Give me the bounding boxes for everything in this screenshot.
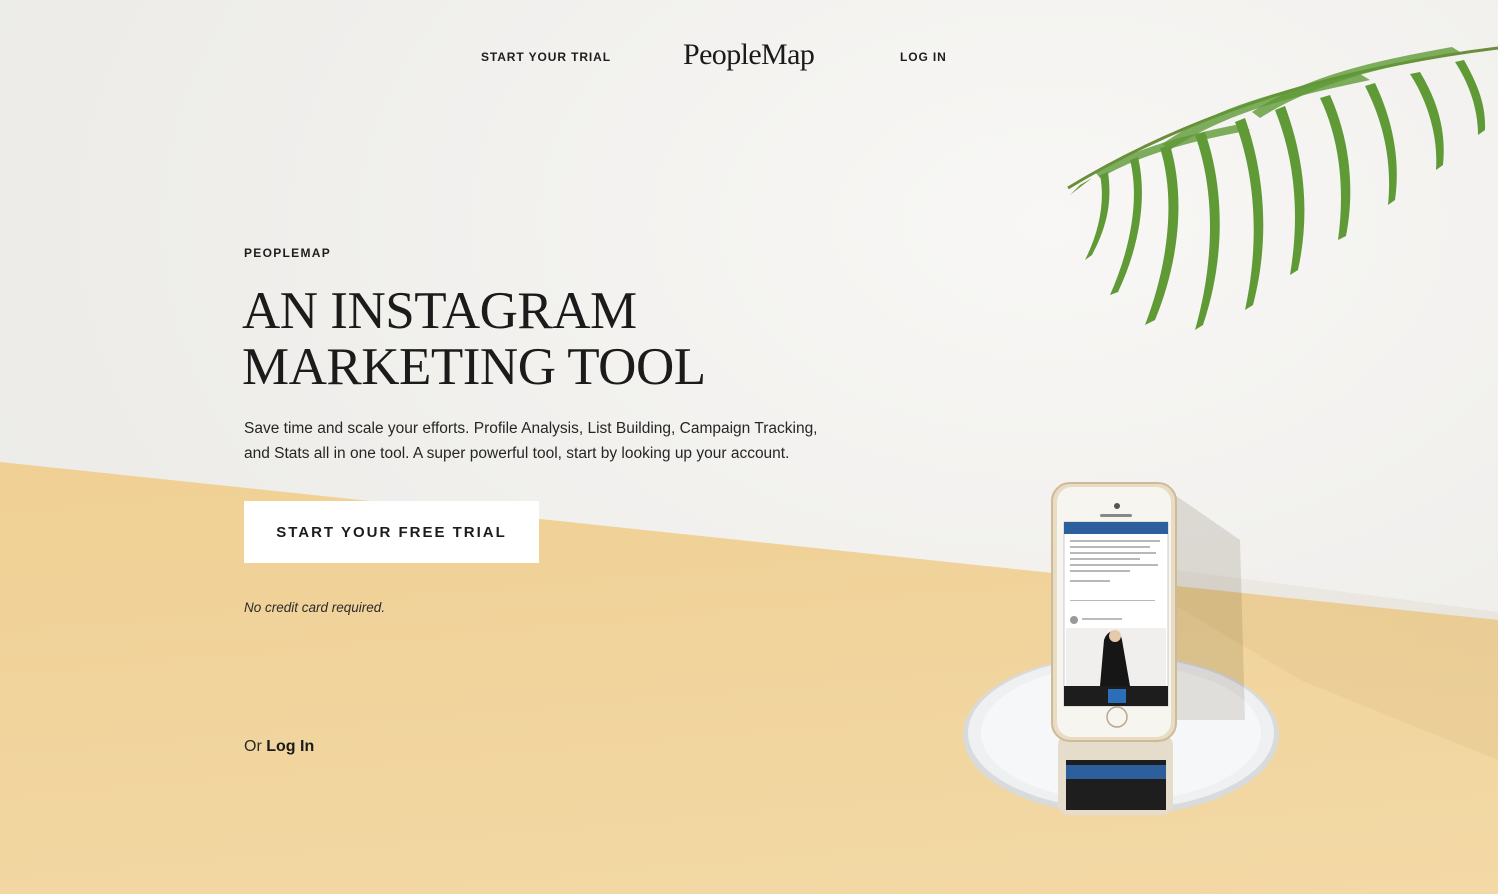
hero-headline-line2: MARKETING TOOL bbox=[242, 338, 706, 396]
start-trial-nav-link[interactable]: START YOUR TRIAL bbox=[481, 50, 611, 64]
start-free-trial-button[interactable]: START YOUR FREE TRIAL bbox=[244, 501, 539, 563]
no-credit-card-note: No credit card required. bbox=[244, 600, 386, 615]
login-link[interactable]: Log In bbox=[266, 738, 314, 755]
hero-headline-line1: AN INSTAGRAM bbox=[242, 282, 637, 340]
hero-headline: AN INSTAGRAM MARKETING TOOL bbox=[242, 283, 802, 395]
hero-eyebrow: PEOPLEMAP bbox=[244, 246, 332, 260]
peoplemap-logo[interactable]: PeopleMap bbox=[683, 38, 815, 72]
or-login-row: Or Log In bbox=[244, 738, 314, 756]
login-nav-link[interactable]: LOG IN bbox=[900, 50, 947, 64]
hero-description: Save time and scale your efforts. Profil… bbox=[244, 420, 818, 462]
or-text: Or bbox=[244, 738, 262, 755]
